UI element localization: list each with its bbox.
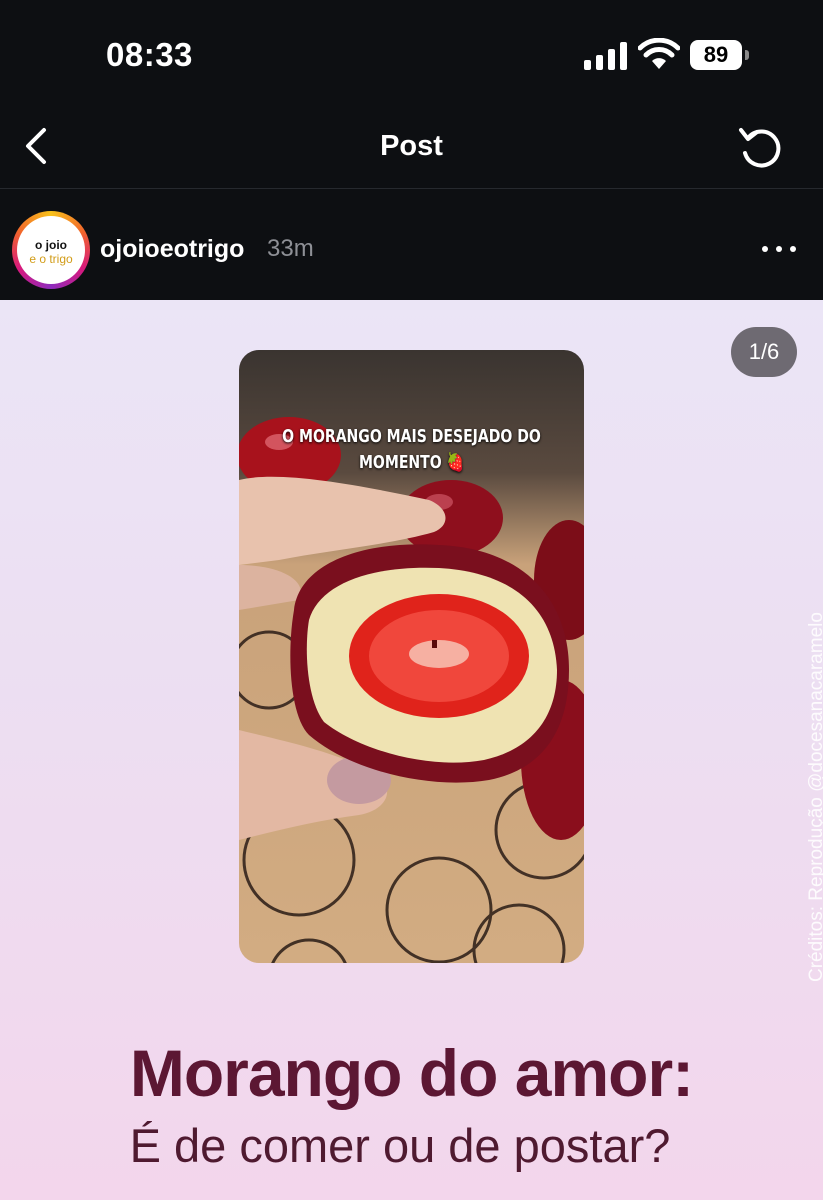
wifi-icon [638, 38, 680, 69]
battery-level: 89 [690, 40, 742, 70]
status-time: 08:33 [106, 36, 193, 73]
refresh-icon[interactable] [736, 122, 786, 172]
post-time: 33m [267, 235, 314, 262]
battery-icon: 89 [690, 40, 750, 70]
nav-bar: Post [0, 110, 823, 189]
photo-caption-line2: MOMENTO 🍓 [358, 452, 465, 473]
carousel-counter: 1/6 [731, 327, 797, 377]
more-options-icon[interactable] [762, 246, 798, 256]
photo-caption-line1: O MORANGO MAIS DESEJADO DO [282, 426, 541, 447]
photo-credits: Créditos: Reprodução @docesanacaramelo [806, 612, 823, 982]
page-title: Post [380, 130, 443, 162]
avatar-logo-line1: o joio [35, 238, 67, 252]
avatar[interactable]: o joio e o trigo [17, 216, 85, 284]
post-subheadline: É de comer ou de postar? [129, 1119, 671, 1172]
strawberry-photo: O MORANGO MAIS DESEJADO DO MOMENTO 🍓 [239, 350, 584, 963]
post-header: o joio e o trigo ojoioeotrigo 33m [0, 189, 823, 300]
post-image[interactable]: 1/6 O MORANGO MAIS DESEJADO DO MOMENTO 🍓… [0, 300, 823, 1200]
post-headline: Morango do amor: [129, 1036, 694, 1110]
status-bar: 08:33 89 [0, 0, 823, 110]
photo-caption: O MORANGO MAIS DESEJADO DO MOMENTO 🍓 [277, 424, 546, 476]
avatar-logo-line2: e o trigo [29, 252, 73, 266]
username-link[interactable]: ojoioeotrigo [100, 235, 244, 264]
avatar-story-ring[interactable]: o joio e o trigo [12, 211, 90, 289]
battery-tip [745, 50, 749, 60]
cellular-signal-icon [584, 42, 627, 70]
